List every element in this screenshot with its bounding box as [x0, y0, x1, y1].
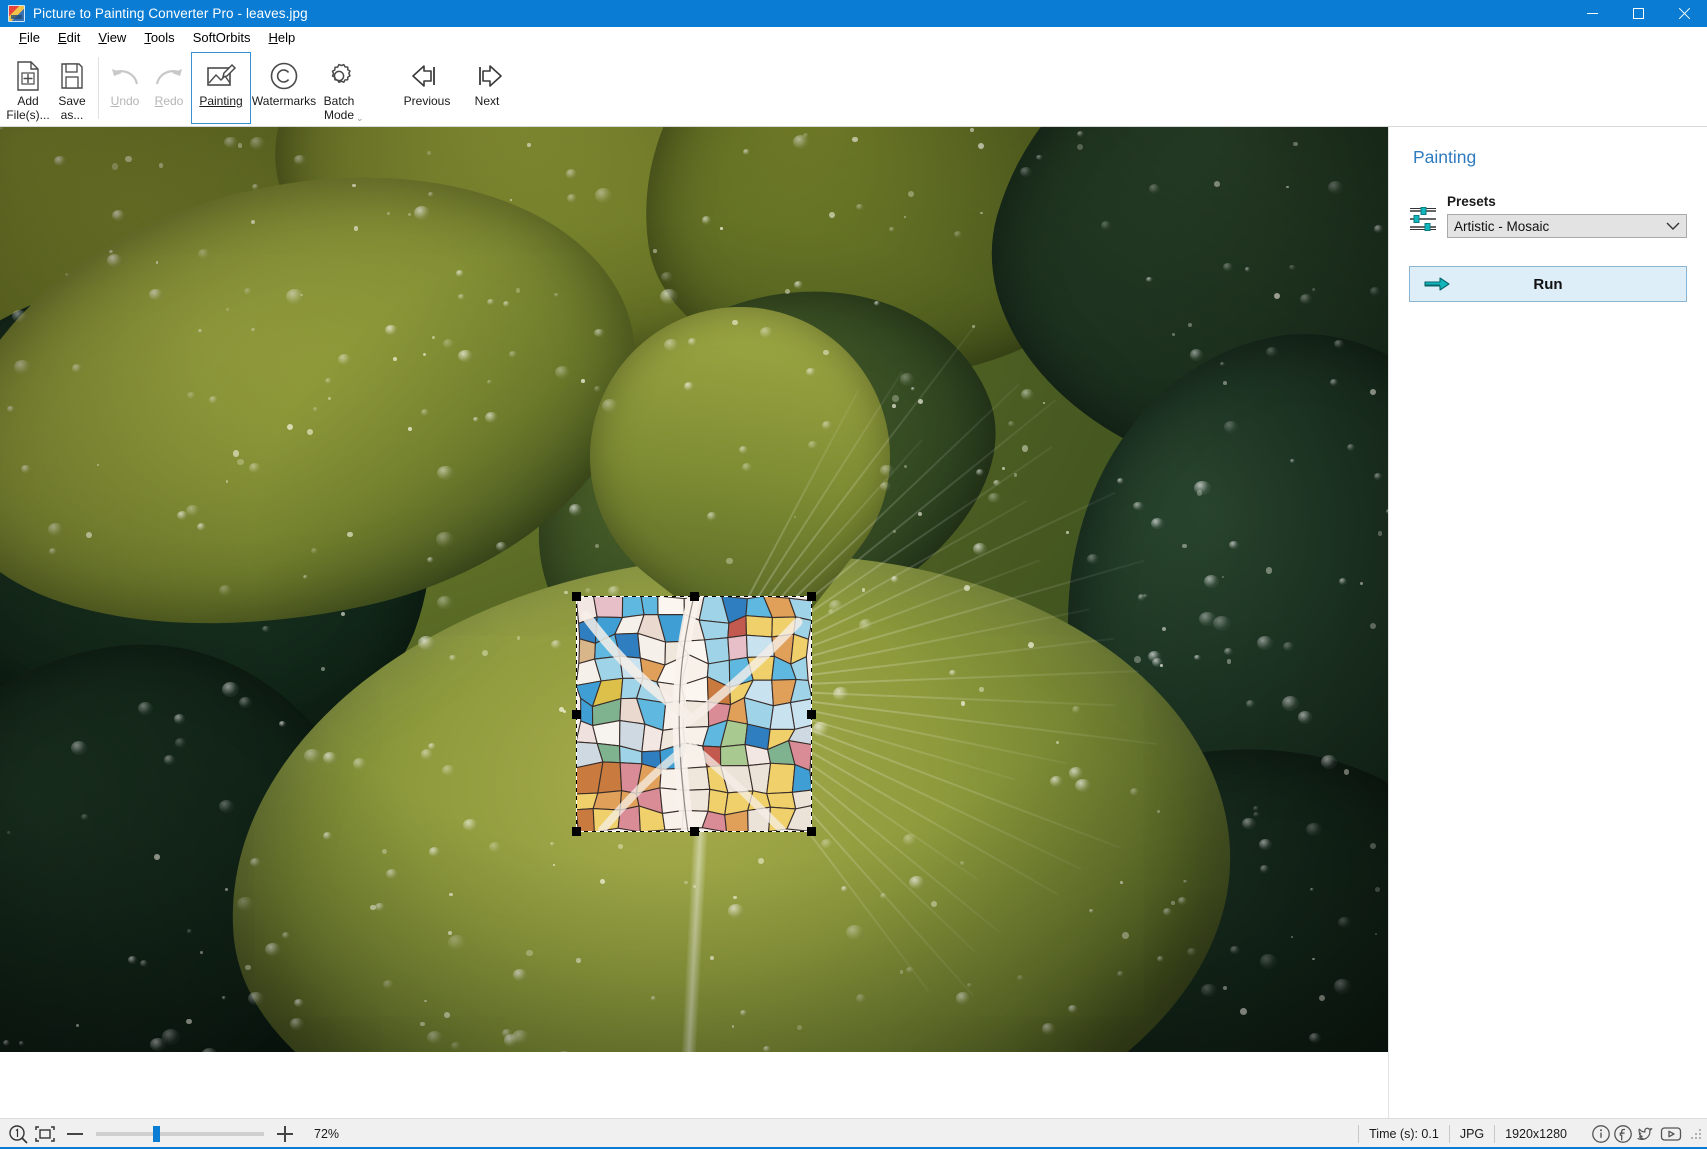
selection-preview[interactable] [572, 592, 816, 836]
close-button[interactable] [1661, 0, 1707, 27]
add-file-icon [15, 59, 41, 93]
image-canvas[interactable] [0, 127, 1388, 1118]
painting-label-text: Painting [199, 94, 243, 108]
presets-row: Presets Artistic - Mosaic [1409, 194, 1687, 238]
status-format: JPG [1448, 1125, 1494, 1143]
handle-bottom-center[interactable] [690, 827, 699, 836]
zoom-out-button[interactable] [66, 1125, 84, 1143]
panel-title: Painting [1413, 147, 1477, 167]
presets-label: Presets [1447, 194, 1496, 209]
gear-icon [324, 59, 354, 93]
add-files-button[interactable]: Add File(s)... [6, 52, 50, 124]
chevron-down-icon [1666, 221, 1680, 231]
undo-label: Undo [110, 94, 140, 108]
preset-fields: Presets Artistic - Mosaic [1447, 194, 1687, 238]
watermarks-button[interactable]: Watermarks [251, 52, 317, 124]
run-arrow-icon [1424, 276, 1450, 292]
preset-selected-value: Artistic - Mosaic [1454, 218, 1550, 234]
previous-icon [410, 59, 444, 93]
watermarks-label: Watermarks [251, 94, 317, 108]
window-controls [1569, 0, 1707, 27]
next-icon [470, 59, 504, 93]
preset-dropdown[interactable]: Artistic - Mosaic [1447, 214, 1687, 238]
status-dimensions: 1920x1280 [1494, 1125, 1577, 1143]
photo-leaves [0, 127, 1388, 1052]
minimize-button[interactable] [1569, 0, 1615, 27]
menu-view-rest: iew [106, 30, 127, 45]
twitter-icon[interactable] [1635, 1124, 1657, 1144]
previous-label: Previous [403, 94, 451, 108]
toolbar-separator-1 [98, 57, 99, 119]
zoom-percent-label: 72% [314, 1127, 340, 1141]
window-title: Picture to Painting Converter Pro - leav… [33, 6, 308, 21]
maximize-button[interactable] [1615, 0, 1661, 27]
app-icon [8, 5, 25, 22]
menu-edit-rest: dit [66, 30, 81, 45]
run-button-label: Run [1533, 275, 1563, 293]
painting-label: Painting [199, 94, 243, 109]
add-files-label: Add File(s)... [6, 94, 50, 122]
batch-mode-label: Batch Mode [323, 94, 355, 122]
info-icon[interactable] [1591, 1124, 1611, 1144]
undo-icon [109, 59, 141, 93]
undo-button[interactable]: Undo [103, 52, 147, 124]
handle-top-left[interactable] [572, 592, 581, 601]
youtube-icon[interactable] [1659, 1124, 1683, 1144]
redo-label: Redo [154, 94, 184, 108]
copyright-icon [269, 59, 299, 93]
menu-bar: File Edit View Tools SoftOrbits Help [0, 27, 1707, 49]
handle-top-right[interactable] [807, 592, 816, 601]
menu-view[interactable]: View [89, 28, 135, 48]
redo-icon [153, 59, 185, 93]
redo-button[interactable]: Redo [147, 52, 191, 124]
handle-top-center[interactable] [690, 592, 699, 601]
resize-grip[interactable] [1689, 1127, 1703, 1141]
menu-file[interactable]: File [10, 28, 49, 48]
close-icon [1678, 8, 1690, 20]
mosaic-preview [576, 596, 812, 832]
toolbar: Add File(s)... Save as... Undo Redo Pain… [0, 49, 1707, 127]
work-area: Painting Presets Artistic - Mosaic Run [0, 127, 1707, 1118]
title-bar: Picture to Painting Converter Pro - leav… [0, 0, 1707, 27]
menu-file-rest: ile [26, 30, 40, 45]
zoom-slider[interactable] [96, 1126, 264, 1142]
painting-icon [205, 59, 237, 93]
menu-softorbits[interactable]: SoftOrbits [184, 28, 260, 48]
batch-mode-button[interactable]: Batch Mode [317, 52, 361, 124]
facebook-icon[interactable] [1613, 1124, 1633, 1144]
save-icon [59, 59, 85, 93]
painting-button[interactable]: Painting [191, 52, 251, 124]
zoom-actual-size-button[interactable] [8, 1124, 28, 1144]
sliders-icon [1409, 204, 1437, 234]
status-bar: 72% Time (s): 0.1 JPG 1920x1280 [0, 1118, 1707, 1149]
maximize-icon [1632, 8, 1644, 19]
minimize-icon [1586, 13, 1598, 14]
zoom-slider-handle[interactable] [153, 1126, 160, 1142]
application-window: Picture to Painting Converter Pro - leav… [0, 0, 1707, 1149]
social-links [1591, 1124, 1683, 1144]
run-button[interactable]: Run [1409, 266, 1687, 302]
zoom-fit-button[interactable] [34, 1124, 56, 1144]
next-button[interactable]: Next [457, 52, 517, 124]
next-label: Next [474, 94, 500, 108]
menu-help-rest: elp [277, 30, 296, 45]
handle-middle-right[interactable] [807, 710, 816, 719]
save-as-button[interactable]: Save as... [50, 52, 94, 124]
painting-panel: Painting Presets Artistic - Mosaic Run [1388, 127, 1707, 1118]
status-time: Time (s): 0.1 [1358, 1125, 1449, 1143]
save-as-label: Save as... [58, 94, 86, 122]
menu-edit[interactable]: Edit [49, 28, 89, 48]
zoom-in-button[interactable] [276, 1125, 294, 1143]
handle-bottom-left[interactable] [572, 827, 581, 836]
undo-label-rest: ndo [119, 94, 140, 108]
handle-middle-left[interactable] [572, 710, 581, 719]
previous-button[interactable]: Previous [397, 52, 457, 124]
menu-tools[interactable]: Tools [135, 28, 183, 48]
redo-label-rest: edo [163, 94, 184, 108]
menu-softorbits-label: SoftOrbits [192, 30, 251, 45]
handle-bottom-right[interactable] [807, 827, 816, 836]
menu-help[interactable]: Help [259, 28, 304, 48]
toolbar-overflow-chevron[interactable]: ⌄ [356, 113, 364, 124]
menu-tools-rest: ools [150, 30, 175, 45]
